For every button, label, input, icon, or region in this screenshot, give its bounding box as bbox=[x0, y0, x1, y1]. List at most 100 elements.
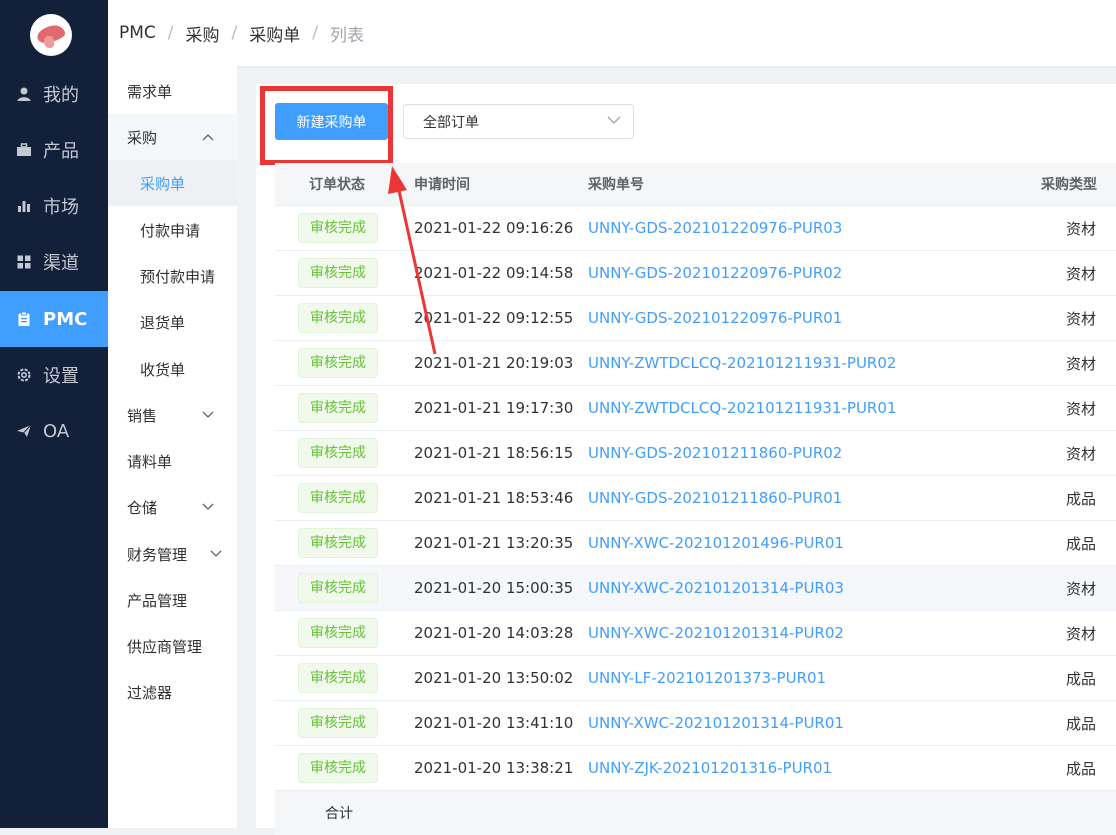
submenu-item-filter[interactable]: 过滤器 bbox=[108, 669, 238, 715]
submenu-item-product-management[interactable]: 产品管理 bbox=[108, 577, 238, 623]
order-number-link[interactable]: UNNY-LF-202101201373-PUR01 bbox=[588, 669, 826, 687]
order-number-link[interactable]: UNNY-XWC-202101201314-PUR02 bbox=[588, 624, 844, 642]
order-number-link[interactable]: UNNY-GDS-202101211860-PUR02 bbox=[588, 444, 842, 462]
apply-time: 2021-01-20 13:38:21 bbox=[414, 759, 574, 777]
chevron-down-icon bbox=[607, 114, 621, 128]
table-row[interactable]: 审核完成 2021-01-20 14:03:28 UNNY-XWC-202101… bbox=[275, 611, 1116, 656]
purchase-type: 资材 bbox=[1065, 624, 1096, 643]
submenu-group-warehouse[interactable]: 仓储 bbox=[108, 484, 238, 530]
main-content: 新建采购单 全部订单 订单状态 申请时间 采购单号 采购类型 审核完成 2021… bbox=[256, 84, 1116, 835]
submenu-item-return-order[interactable]: 退货单 bbox=[108, 299, 238, 345]
column-header-time[interactable]: 申请时间 bbox=[401, 174, 588, 194]
column-header-type[interactable]: 采购类型 bbox=[1018, 174, 1116, 194]
breadcrumb-separator: / bbox=[231, 23, 238, 43]
submenu-item-label: 请料单 bbox=[127, 452, 173, 471]
order-number-link[interactable]: UNNY-ZWTDCLCQ-202101211931-PUR02 bbox=[588, 354, 896, 372]
purchase-type: 资材 bbox=[1065, 444, 1096, 463]
breadcrumb-separator: / bbox=[167, 23, 174, 43]
submenu-group-finance[interactable]: 财务管理 bbox=[108, 531, 238, 577]
table-row[interactable]: 审核完成 2021-01-20 13:50:02 UNNY-LF-2021012… bbox=[275, 656, 1116, 701]
status-badge: 审核完成 bbox=[298, 663, 378, 693]
submenu-item-label: 销售 bbox=[127, 406, 158, 425]
column-header-status[interactable]: 订单状态 bbox=[275, 174, 401, 194]
order-number-link[interactable]: UNNY-ZWTDCLCQ-202101211931-PUR01 bbox=[588, 399, 896, 417]
breadcrumb-separator: / bbox=[312, 23, 318, 43]
grid-icon bbox=[15, 253, 33, 271]
nav-item-channel[interactable]: 渠道 bbox=[0, 234, 108, 290]
apply-time: 2021-01-21 18:53:46 bbox=[414, 489, 574, 507]
table-row[interactable]: 审核完成 2021-01-20 15:00:35 UNNY-XWC-202101… bbox=[275, 566, 1116, 611]
order-number-link[interactable]: UNNY-XWC-202101201314-PUR01 bbox=[588, 714, 844, 732]
table-summary-row: 合计 bbox=[275, 791, 1116, 835]
breadcrumb-item-pmc[interactable]: PMC bbox=[119, 23, 156, 43]
submenu-item-label: 供应商管理 bbox=[127, 637, 203, 656]
table-row[interactable]: 审核完成 2021-01-22 09:16:26 UNNY-GDS-202101… bbox=[275, 206, 1116, 251]
status-badge: 审核完成 bbox=[298, 258, 378, 288]
submenu-item-supplier-management[interactable]: 供应商管理 bbox=[108, 623, 238, 669]
order-number-link[interactable]: UNNY-GDS-202101220976-PUR01 bbox=[588, 309, 842, 327]
new-purchase-order-button[interactable]: 新建采购单 bbox=[275, 103, 388, 140]
app-logo[interactable] bbox=[30, 14, 72, 56]
order-number-link[interactable]: UNNY-GDS-202101211860-PUR01 bbox=[588, 489, 842, 507]
order-number-link[interactable]: UNNY-XWC-202101201496-PUR01 bbox=[588, 534, 844, 552]
table-row[interactable]: 审核完成 2021-01-21 18:56:15 UNNY-GDS-202101… bbox=[275, 431, 1116, 476]
submenu-item-label: 收货单 bbox=[140, 360, 186, 379]
nav-item-settings[interactable]: 设置 bbox=[0, 347, 108, 403]
submenu-item-demand[interactable]: 需求单 bbox=[108, 68, 238, 114]
apply-time: 2021-01-20 13:41:10 bbox=[414, 714, 574, 732]
apply-time: 2021-01-21 13:20:35 bbox=[414, 534, 574, 552]
submenu-item-payment-request[interactable]: 付款申请 bbox=[108, 207, 238, 253]
order-number-link[interactable]: UNNY-ZJK-202101201316-PUR01 bbox=[588, 759, 832, 777]
nav-item-label: 设置 bbox=[43, 366, 79, 387]
submenu-item-purchase-order[interactable]: 采购单 bbox=[108, 160, 238, 206]
chevron-down-icon bbox=[202, 500, 214, 514]
send-icon bbox=[15, 422, 33, 440]
purchase-type: 成品 bbox=[1065, 714, 1096, 733]
table-row[interactable]: 审核完成 2021-01-22 09:14:58 UNNY-GDS-202101… bbox=[275, 251, 1116, 296]
submenu-item-label: 采购 bbox=[127, 128, 158, 147]
submenu-group-sales[interactable]: 销售 bbox=[108, 392, 238, 438]
status-badge: 审核完成 bbox=[298, 438, 378, 468]
purchase-type: 成品 bbox=[1065, 669, 1096, 688]
nav-item-mine[interactable]: 我的 bbox=[0, 66, 108, 122]
apply-time: 2021-01-21 20:19:03 bbox=[414, 354, 574, 372]
submenu-item-material-request[interactable]: 请料单 bbox=[108, 438, 238, 484]
nav-item-label: PMC bbox=[43, 308, 88, 330]
status-badge: 审核完成 bbox=[298, 303, 378, 333]
nav-item-oa[interactable]: OA bbox=[0, 403, 108, 459]
submenu-item-label: 退货单 bbox=[140, 313, 186, 332]
nav-item-market[interactable]: 市场 bbox=[0, 178, 108, 234]
bar-chart-icon bbox=[15, 197, 33, 215]
submenu-item-prepayment-request[interactable]: 预付款申请 bbox=[108, 253, 238, 299]
order-number-link[interactable]: UNNY-GDS-202101220976-PUR02 bbox=[588, 264, 842, 282]
submenu-item-receipt[interactable]: 收货单 bbox=[108, 346, 238, 392]
order-number-link[interactable]: UNNY-GDS-202101220976-PUR03 bbox=[588, 219, 842, 237]
purchase-type: 成品 bbox=[1065, 759, 1096, 778]
order-number-link[interactable]: UNNY-XWC-202101201314-PUR03 bbox=[588, 579, 844, 597]
nav-item-product[interactable]: 产品 bbox=[0, 122, 108, 178]
nav-item-label: 产品 bbox=[43, 141, 79, 162]
gear-icon bbox=[15, 366, 33, 384]
column-header-order-no[interactable]: 采购单号 bbox=[588, 174, 1018, 194]
apply-time: 2021-01-20 14:03:28 bbox=[414, 624, 574, 642]
breadcrumb-item-purchase[interactable]: 采购 bbox=[186, 21, 220, 46]
chevron-down-icon bbox=[202, 408, 214, 422]
table-row[interactable]: 审核完成 2021-01-20 13:41:10 UNNY-XWC-202101… bbox=[275, 701, 1116, 746]
table-row[interactable]: 审核完成 2021-01-21 13:20:35 UNNY-XWC-202101… bbox=[275, 521, 1116, 566]
table-row[interactable]: 审核完成 2021-01-20 13:38:21 UNNY-ZJK-202101… bbox=[275, 746, 1116, 791]
table-row[interactable]: 审核完成 2021-01-21 20:19:03 UNNY-ZWTDCLCQ-2… bbox=[275, 341, 1116, 386]
status-badge: 审核完成 bbox=[298, 483, 378, 513]
table-row[interactable]: 审核完成 2021-01-21 18:53:46 UNNY-GDS-202101… bbox=[275, 476, 1116, 521]
table-row[interactable]: 审核完成 2021-01-21 19:17:30 UNNY-ZWTDCLCQ-2… bbox=[275, 386, 1116, 431]
submenu-item-label: 产品管理 bbox=[127, 591, 188, 610]
status-badge: 审核完成 bbox=[298, 618, 378, 648]
submenu-group-purchase[interactable]: 采购 bbox=[108, 114, 238, 160]
breadcrumb-item-purchase-order[interactable]: 采购单 bbox=[249, 21, 300, 46]
purchase-order-table: 订单状态 申请时间 采购单号 采购类型 审核完成 2021-01-22 09:1… bbox=[275, 163, 1116, 835]
submenu-item-label: 采购单 bbox=[140, 174, 186, 193]
order-filter-select[interactable]: 全部订单 bbox=[403, 104, 634, 139]
nav-item-pmc[interactable]: PMC bbox=[0, 291, 108, 347]
purchase-type: 成品 bbox=[1065, 489, 1096, 508]
summary-label: 合计 bbox=[325, 806, 353, 822]
table-row[interactable]: 审核完成 2021-01-22 09:12:55 UNNY-GDS-202101… bbox=[275, 296, 1116, 341]
